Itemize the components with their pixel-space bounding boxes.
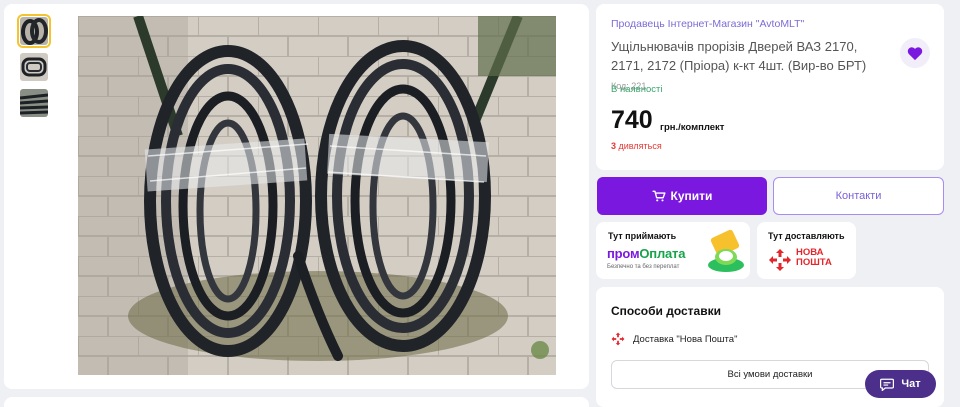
stock-status: В наявності xyxy=(611,84,663,95)
prom-logo-part-b: Оплата xyxy=(639,246,686,261)
product-info-card: Продавець Інтернет-Магазин "AvtoMLT" Ущі… xyxy=(596,4,944,170)
price-unit: грн./комплект xyxy=(660,122,725,133)
all-delivery-terms-label: Всі умови доставки xyxy=(727,369,813,380)
price-value: 740 xyxy=(611,106,653,134)
shipping-title: Тут доставляють xyxy=(768,231,845,241)
thumbnail-3[interactable] xyxy=(20,89,48,117)
views-count: 3 xyxy=(611,141,617,151)
buy-button[interactable]: Купити xyxy=(597,177,767,215)
main-product-photo[interactable] xyxy=(78,16,556,375)
prom-logo-part-a: пром xyxy=(607,246,640,261)
product-title-text: Ущільнювачів прорізів Дверей ВАЗ 2170, 2… xyxy=(611,39,867,73)
nova-poshta-wordmark: НОВА ПОШТА xyxy=(796,248,856,268)
prom-oplata-logo: промОплата xyxy=(607,246,685,261)
cart-icon xyxy=(652,190,666,202)
payment-subtitle: Безпечно та без переплат xyxy=(607,264,680,270)
heart-icon xyxy=(907,46,923,60)
favorite-button[interactable] xyxy=(900,38,930,68)
views-counter: 3 дивляться xyxy=(611,141,662,151)
shipping-card[interactable]: Тут доставляють НОВА ПОШТА xyxy=(757,222,856,279)
thumbnail-1[interactable] xyxy=(17,14,51,48)
product-gallery xyxy=(4,4,589,389)
nova-poshta-icon xyxy=(611,332,625,346)
chat-icon xyxy=(880,378,895,391)
payment-title: Тут приймають xyxy=(608,231,677,241)
delivery-title: Способи доставки xyxy=(611,304,721,318)
buy-button-label: Купити xyxy=(670,189,713,203)
np-line-2: ПОШТА xyxy=(796,257,832,268)
delivery-method-row: Доставка "Нова Пошта" xyxy=(611,332,737,346)
contacts-button-label: Контакти xyxy=(835,190,882,202)
delivery-method-label: Доставка "Нова Пошта" xyxy=(633,333,738,345)
description-card xyxy=(4,397,589,407)
payment-card[interactable]: Тут приймають промОплата Безпечно та без… xyxy=(596,222,750,279)
seller-link[interactable]: Продавець Інтернет-Магазин "AvtoMLT" xyxy=(611,18,804,30)
nova-poshta-logo-icon xyxy=(769,249,791,271)
chat-button[interactable]: Чат xyxy=(865,370,936,398)
thumbnail-2[interactable] xyxy=(20,53,48,81)
views-label: дивляться xyxy=(618,141,662,151)
chat-button-label: Чат xyxy=(901,378,921,390)
prom-payment-icon xyxy=(708,229,744,272)
contacts-button[interactable]: Контакти xyxy=(773,177,944,215)
